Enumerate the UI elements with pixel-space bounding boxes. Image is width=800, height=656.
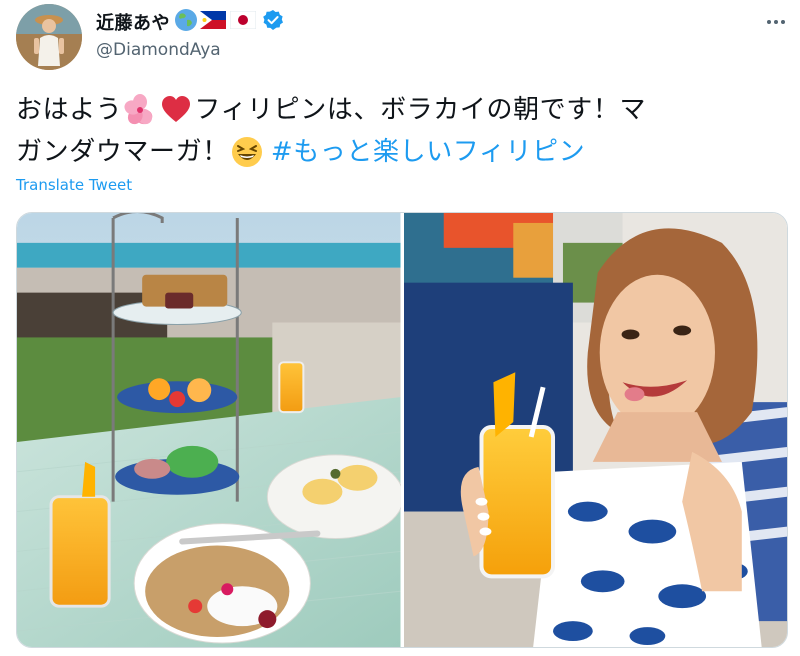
breakfast-photo[interactable]: [17, 213, 401, 647]
philippines-flag-icon: [200, 11, 226, 33]
hibiscus-icon: [124, 94, 156, 126]
tweet-text-segment: ガンダウマーガ！: [16, 137, 229, 167]
display-name[interactable]: 近藤あや: [96, 9, 170, 35]
grinning-squinting-face-icon: [231, 136, 263, 168]
translate-tweet-link[interactable]: Translate Tweet: [16, 176, 132, 194]
woman-with-mango-juice-photo[interactable]: [403, 213, 787, 647]
author-name-row[interactable]: 近藤あや: [96, 8, 284, 36]
tweet-line-1: おはよう フィリピンは、ボラカイの朝です！マ: [16, 89, 784, 131]
more-options-icon[interactable]: [764, 10, 788, 34]
tweet-text-segment: おはよう: [16, 95, 123, 125]
globe-icon: [174, 8, 198, 36]
red-heart-icon: [160, 94, 192, 126]
tweet-text: おはよう フィリピンは、ボラカイの朝です！マ ガンダウマーガ！ #もっと楽しいフ…: [16, 89, 784, 173]
more-dot: [774, 20, 778, 24]
verified-badge-icon: [262, 9, 284, 35]
media-grid: [16, 212, 788, 648]
hashtag-link[interactable]: #もっと楽しいフィリピン: [271, 131, 585, 173]
user-handle[interactable]: @DiamondAya: [96, 40, 221, 60]
more-dot: [767, 20, 771, 24]
more-dot: [781, 20, 785, 24]
avatar[interactable]: [16, 4, 82, 70]
tweet-text-segment: フィリピンは、ボラカイの朝です！マ: [194, 95, 647, 125]
tweet-line-2: ガンダウマーガ！ #もっと楽しいフィリピン: [16, 131, 784, 173]
japan-flag-icon: [229, 10, 257, 33]
